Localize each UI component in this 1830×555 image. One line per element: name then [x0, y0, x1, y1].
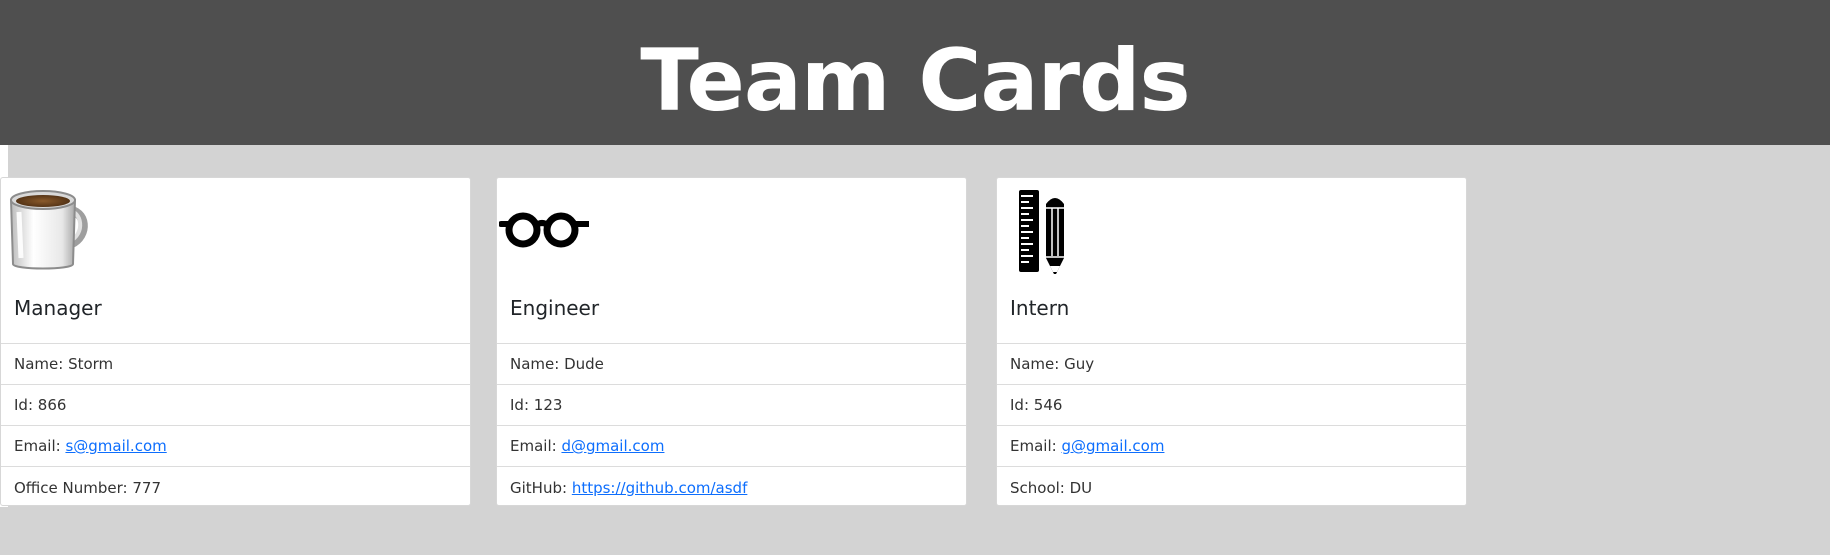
name-row: Name: Dude: [497, 344, 966, 385]
email-label: Email:: [1010, 437, 1062, 455]
engineer-card: Engineer Name: Dude Id: 123 Email: d@gma…: [496, 177, 967, 506]
card-header: Engineer: [497, 178, 966, 344]
office-number-value: 777: [132, 478, 162, 497]
page-title: Team Cards: [640, 30, 1190, 131]
name-label: Name:: [510, 355, 565, 373]
card-header: Intern: [997, 178, 1466, 344]
id-label: Id:: [14, 396, 38, 414]
github-label: GitHub:: [510, 478, 572, 497]
email-row: Email: g@gmail.com: [997, 426, 1466, 467]
page-header: Team Cards: [0, 0, 1830, 145]
school-label: School:: [1010, 478, 1070, 497]
name-value: Guy: [1064, 355, 1095, 373]
email-link[interactable]: s@gmail.com: [65, 437, 166, 455]
card-role-title: Engineer: [510, 296, 600, 320]
name-value: Storm: [68, 355, 114, 373]
school-row: School: DU: [997, 467, 1466, 505]
email-label: Email:: [510, 437, 562, 455]
id-label: Id:: [1010, 396, 1034, 414]
card-header: Manager: [1, 178, 470, 344]
glasses-icon: [499, 212, 589, 248]
id-value: 546: [1033, 396, 1063, 414]
id-value: 123: [533, 396, 563, 414]
email-link[interactable]: d@gmail.com: [561, 437, 664, 455]
name-row: Name: Storm: [1, 344, 470, 385]
id-row: Id: 546: [997, 385, 1466, 426]
coffee-mug-icon: [9, 190, 88, 270]
email-link[interactable]: g@gmail.com: [1061, 437, 1164, 455]
card-role-title: Intern: [1010, 296, 1070, 320]
name-label: Name:: [14, 355, 69, 373]
school-value: DU: [1069, 478, 1093, 497]
email-row: Email: d@gmail.com: [497, 426, 966, 467]
id-row: Id: 123: [497, 385, 966, 426]
id-label: Id:: [510, 396, 534, 414]
email-row: Email: s@gmail.com: [1, 426, 470, 467]
office-number-row: Office Number: 777: [1, 467, 470, 505]
name-label: Name:: [1010, 355, 1065, 373]
card-role-title: Manager: [14, 296, 102, 320]
intern-card: Intern Name: Guy Id: 546 Email: g@gmail.…: [996, 177, 1467, 506]
id-value: 866: [37, 396, 67, 414]
email-label: Email:: [14, 437, 66, 455]
manager-card: Manager Name: Storm Id: 866 Email: s@gma…: [0, 177, 471, 506]
github-link[interactable]: https://github.com/asdf: [572, 479, 748, 497]
name-row: Name: Guy: [997, 344, 1466, 385]
ruler-pencil-icon: [1019, 190, 1064, 274]
office-number-label: Office Number:: [14, 478, 133, 497]
id-row: Id: 866: [1, 385, 470, 426]
github-row: GitHub: https://github.com/asdf: [497, 467, 966, 505]
name-value: Dude: [564, 355, 604, 373]
